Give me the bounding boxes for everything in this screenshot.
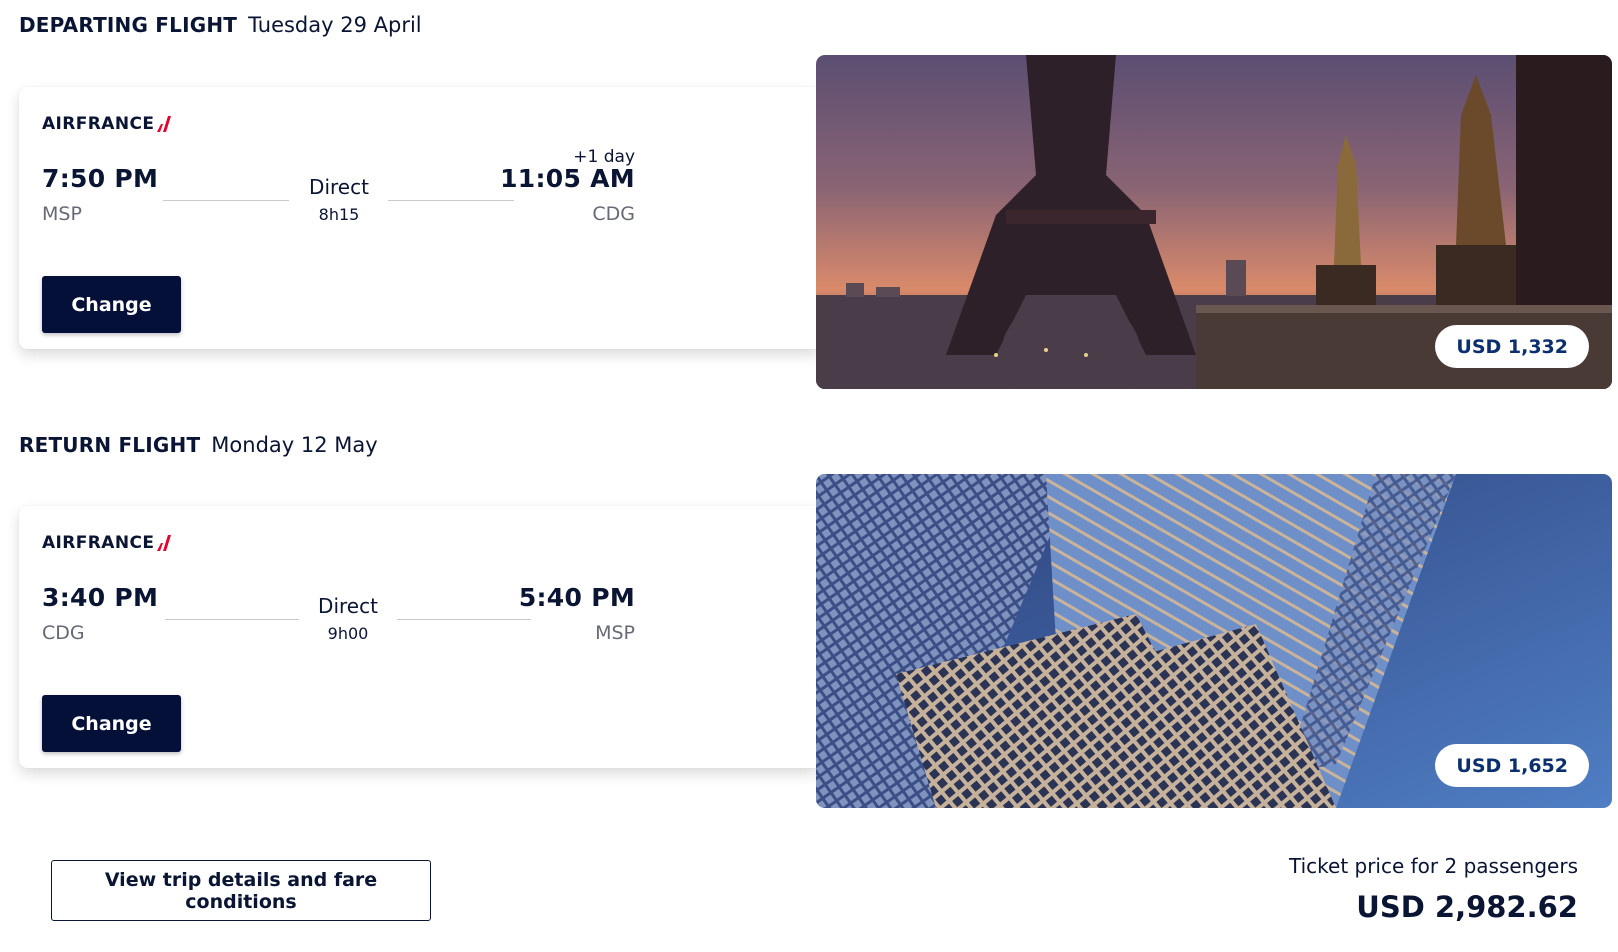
- eiffel-tower-photo: USD 1,332: [816, 55, 1612, 389]
- arrival-time: 5:40 PM: [518, 583, 635, 612]
- change-departing-button[interactable]: Change: [42, 276, 181, 333]
- departure-airport: CDG: [42, 622, 85, 644]
- ticket-price-total: USD 2,982.62: [1356, 890, 1578, 924]
- route-line-left: [163, 200, 289, 201]
- ticket-price-label: Ticket price for 2 passengers: [1288, 854, 1578, 878]
- airfrance-stripe-icon: [157, 116, 172, 132]
- route-line-right: [388, 200, 514, 201]
- return-flight-card: AIRFRANCE 3:40 PM CDG Direct 9h00 5:40 P…: [19, 506, 819, 768]
- flight-duration: 9h00: [327, 624, 369, 643]
- departing-date: Tuesday 29 April: [248, 13, 422, 37]
- arrival-time: 11:05 AM: [500, 164, 635, 193]
- departing-flight-card: AIRFRANCE 7:50 PM MSP Direct 8h15 +1 day…: [19, 87, 819, 349]
- route-line-left: [165, 619, 299, 620]
- stops-label: Direct: [309, 175, 369, 199]
- airfrance-logo: AIRFRANCE: [42, 114, 176, 134]
- departing-label: DEPARTING FLIGHT: [19, 13, 238, 37]
- airfrance-stripe-icon: [157, 535, 172, 551]
- departure-time: 3:40 PM: [42, 583, 159, 612]
- change-return-button[interactable]: Change: [42, 695, 181, 752]
- view-trip-details-button[interactable]: View trip details and fare conditions: [51, 860, 431, 921]
- departure-airport: MSP: [42, 203, 82, 225]
- return-label: RETURN FLIGHT: [19, 433, 201, 457]
- stops-label: Direct: [318, 594, 378, 618]
- departing-heading: DEPARTING FLIGHT Tuesday 29 April: [19, 13, 422, 37]
- flight-duration: 8h15: [318, 205, 360, 224]
- return-price-badge[interactable]: USD 1,652: [1435, 744, 1589, 787]
- return-date: Monday 12 May: [211, 433, 378, 457]
- departure-time: 7:50 PM: [42, 164, 159, 193]
- airfrance-logo: AIRFRANCE: [42, 533, 176, 553]
- arrival-airport: CDG: [592, 203, 635, 225]
- skyscraper-photo: USD 1,652: [816, 474, 1612, 808]
- return-heading: RETURN FLIGHT Monday 12 May: [19, 433, 378, 457]
- departing-price-badge[interactable]: USD 1,332: [1435, 325, 1589, 368]
- arrival-airport: MSP: [595, 622, 635, 644]
- route-line-right: [397, 619, 531, 620]
